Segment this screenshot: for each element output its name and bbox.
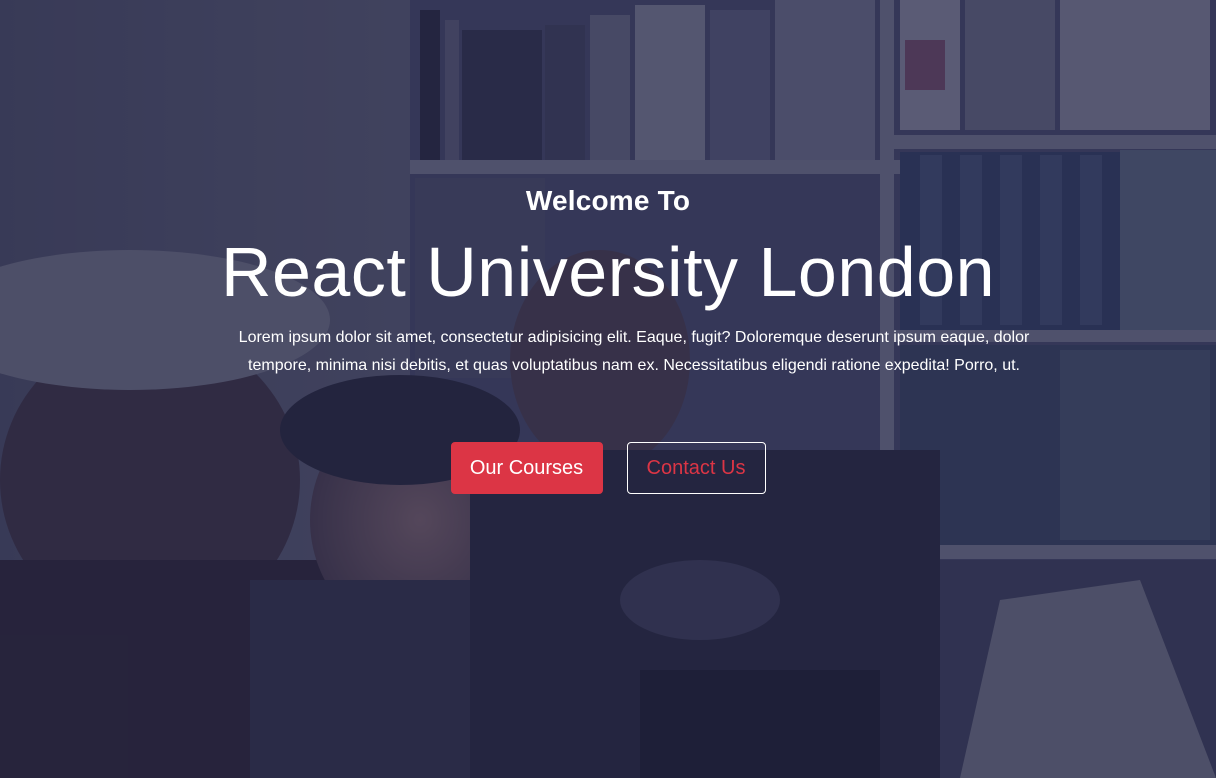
hero-description: Lorem ipsum dolor sit amet, consectetur … [238,329,1030,374]
our-courses-button[interactable]: Our Courses [450,442,603,494]
contact-us-button[interactable]: Contact Us [626,442,766,494]
hero-title: React University London [220,233,996,311]
hero-buttons: Our Courses Contact Us [0,442,1216,494]
hero-content: Welcome To React University London Lorem… [0,0,1216,778]
hero-welcome-text: Welcome To [525,185,691,216]
hero-section: Welcome To React University London Lorem… [0,0,1216,778]
